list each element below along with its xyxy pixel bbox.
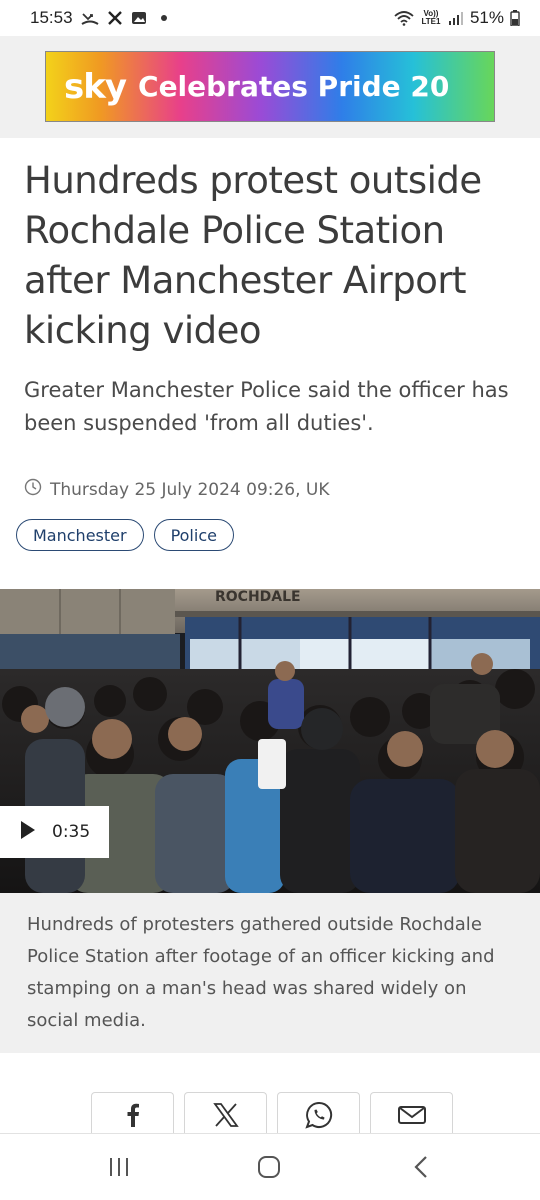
topic-tags: Manchester Police <box>16 519 234 551</box>
article-timestamp: Thursday 25 July 2024 09:26, UK <box>24 478 330 501</box>
article-headline: Hundreds protest outside Rochdale Police… <box>24 159 482 352</box>
x-app-icon <box>107 10 123 26</box>
clock-icon <box>24 478 42 501</box>
status-bar: 15:53 Vo)) LTE1 51% <box>0 0 540 36</box>
tag-manchester[interactable]: Manchester <box>16 519 144 551</box>
whatsapp-icon <box>304 1101 333 1134</box>
video-caption: Hundreds of protesters gathered outside … <box>27 914 495 1031</box>
article-standfirst: Greater Manchester Police said the offic… <box>24 378 509 435</box>
battery-icon <box>510 10 520 26</box>
system-nav-bar <box>0 1133 540 1200</box>
battery-level: 51% <box>469 8 504 27</box>
ad-banner-area: sky Celebrates Pride 20 <box>0 36 540 138</box>
recent-apps-button[interactable] <box>104 1154 134 1184</box>
status-left: 15:53 <box>30 8 167 28</box>
sky-logo: sky <box>64 66 127 107</box>
x-icon <box>212 1103 239 1132</box>
timestamp-text: Thursday 25 July 2024 09:26, UK <box>50 479 330 500</box>
video-duration: 0:35 <box>52 822 91 842</box>
back-button[interactable] <box>406 1154 436 1184</box>
home-icon <box>257 1155 281 1184</box>
wifi-icon <box>394 10 414 26</box>
gallery-icon <box>131 10 147 26</box>
notification-dot-icon <box>160 15 167 21</box>
signal-icon <box>448 11 464 25</box>
back-icon <box>413 1155 429 1184</box>
play-button[interactable]: 0:35 <box>0 806 109 858</box>
video-caption-box: Hundreds of protesters gathered outside … <box>0 893 540 1053</box>
missed-call-icon <box>81 10 99 26</box>
recent-apps-icon <box>108 1156 130 1183</box>
pride-banner[interactable]: sky Celebrates Pride 20 <box>45 51 495 122</box>
banner-text: Celebrates Pride 20 <box>138 70 450 103</box>
network-label: Vo)) LTE1 <box>421 9 441 26</box>
email-icon <box>397 1106 426 1129</box>
tag-police[interactable]: Police <box>153 519 234 551</box>
status-right: Vo)) LTE1 51% <box>394 8 520 28</box>
rochdale-sign: ROCHDALE <box>215 589 301 605</box>
home-button[interactable] <box>254 1154 284 1184</box>
facebook-icon <box>126 1103 140 1132</box>
play-icon <box>20 820 36 845</box>
status-time: 15:53 <box>30 8 73 27</box>
